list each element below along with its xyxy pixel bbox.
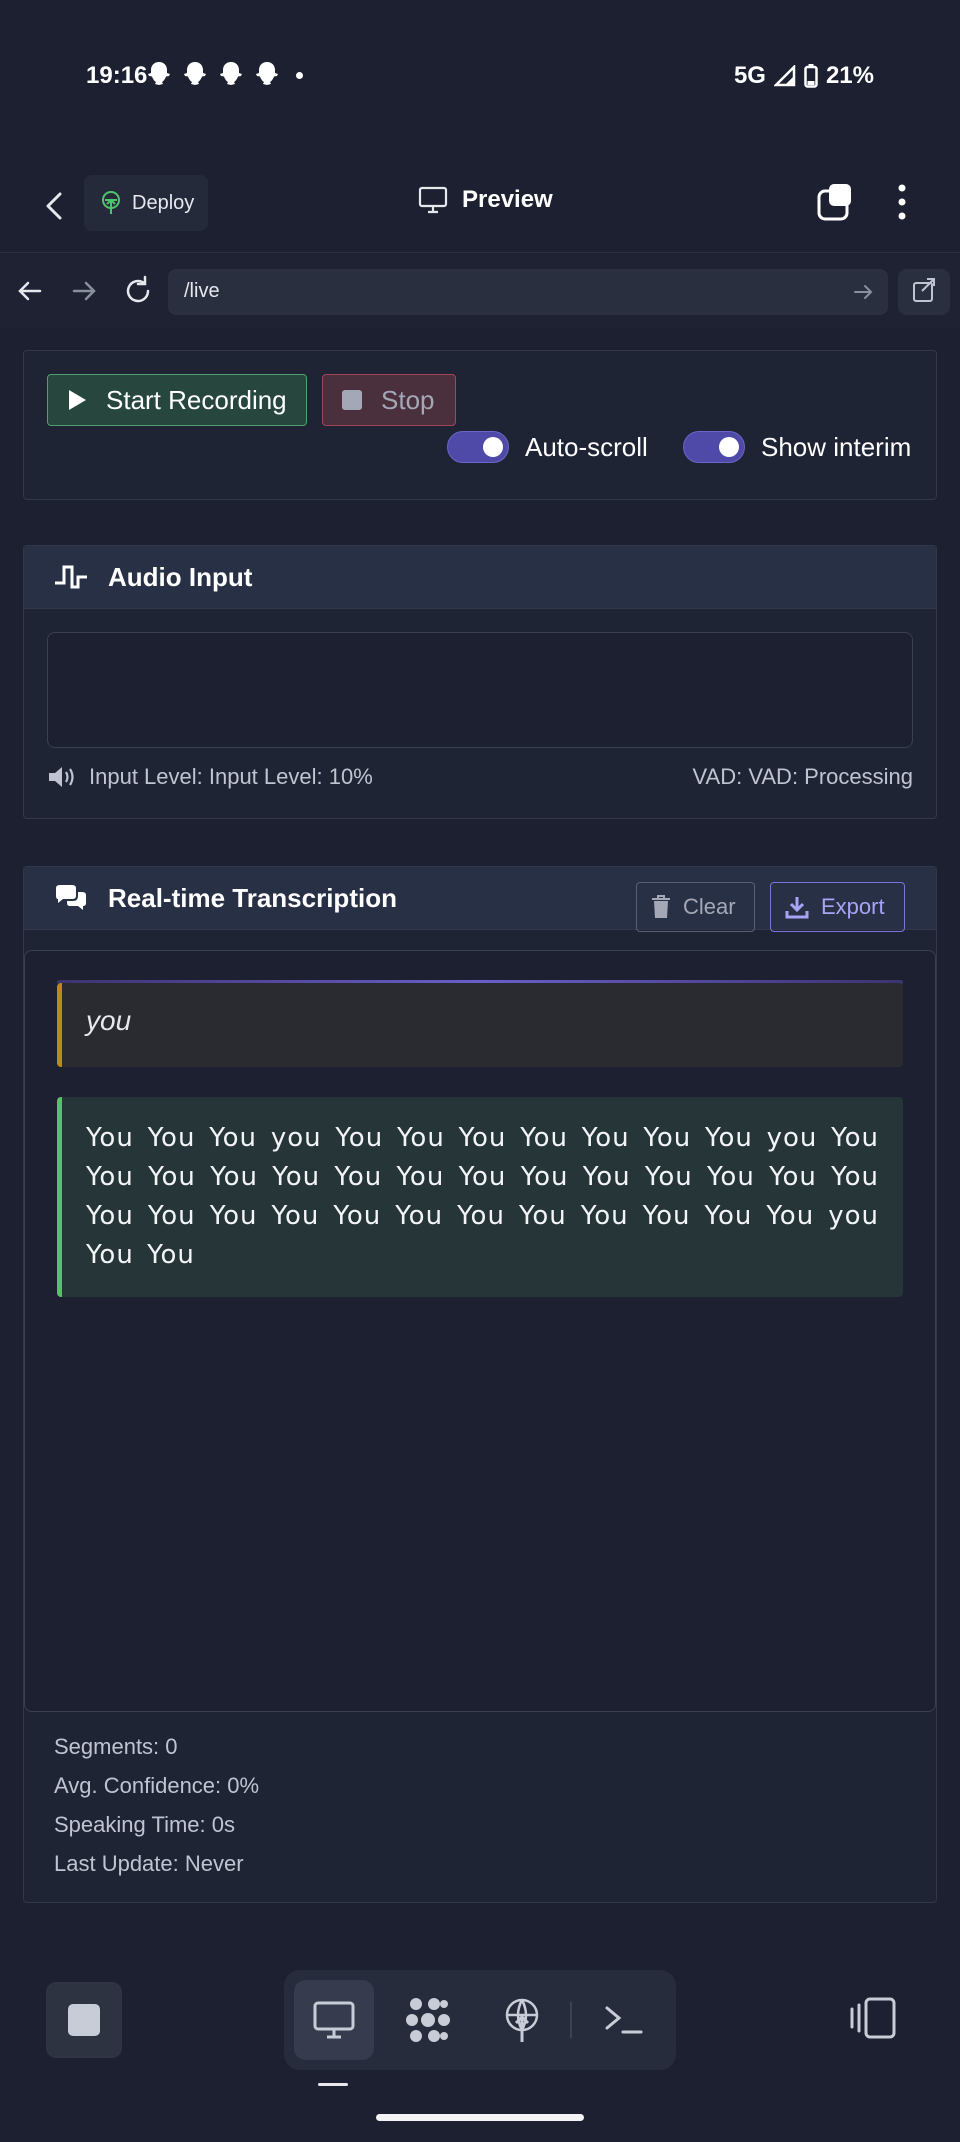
signal-icon [773,65,796,87]
transcription-panel: Real-time Transcription Clear Export you… [23,866,937,1903]
tabs-icon[interactable] [816,182,856,222]
stat-speaking-time: Speaking Time: 0s [54,1812,235,1837]
autoscroll-toggle-row: Auto-scroll [447,431,648,463]
start-recording-label: Start Recording [106,384,287,415]
status-right: 5G 21% [734,62,874,90]
transcript-area[interactable]: you You You You you You You You You You … [24,950,936,1712]
notification-icons [146,60,280,88]
show-interim-label: Show interim [761,431,912,462]
monitor-icon [313,2001,355,2039]
back-icon[interactable] [40,186,70,226]
stop-icon [342,390,362,410]
app-header: Deploy Preview [0,160,960,252]
play-icon [69,390,86,410]
go-arrow-icon[interactable] [852,281,874,303]
workflows-tool-button[interactable] [388,1980,468,2060]
browser-bar: /live [0,252,960,328]
battery-label: 21% [825,62,874,89]
external-link-icon [913,278,935,302]
page-title-label: Preview [462,186,553,213]
globe-upload-icon [505,1998,539,2042]
stat-segments: Segments: 0 [54,1734,178,1759]
page-title: Preview [418,186,553,214]
chat-bubbles-icon [56,885,86,910]
autoscroll-label: Auto-scroll [525,431,648,462]
molecule-icon [406,1998,450,2042]
tool-divider [570,2002,572,2038]
open-external-button[interactable] [898,269,950,315]
show-interim-toggle[interactable] [683,431,745,463]
browser-back-icon[interactable] [10,271,50,311]
input-level: Input Level: Input Level: 10% [47,764,373,790]
transcription-title: Real-time Transcription [108,882,397,913]
vad-status: VAD: VAD: Processing [692,764,913,789]
export-label: Export [821,894,885,919]
download-icon [785,897,809,919]
preview-tool-button[interactable] [294,1980,374,2060]
deploy-label: Deploy [132,191,195,214]
recording-controls: Start Recording Stop Auto-scroll Show in… [23,350,937,500]
interim-segment: you [57,983,903,1067]
status-time: 19:16 [86,62,148,89]
network-label: 5G [733,62,766,89]
snapchat-icon [256,62,278,85]
page-content: Start Recording Stop Auto-scroll Show in… [0,328,960,1942]
reload-icon[interactable] [118,271,158,311]
notification-dot [296,72,303,79]
audio-input-header: Audio Input [24,546,936,609]
clear-button[interactable]: Clear [636,882,755,932]
stat-avg-confidence: Avg. Confidence: 0% [54,1773,260,1798]
shell-tool-button[interactable] [584,1980,664,2060]
bottom-toolbar [0,1942,960,2142]
status-bar: 19:16 5G 21% [0,0,960,150]
snapchat-icon [184,62,206,85]
snapchat-icon [220,62,242,85]
audio-input-title: Audio Input [108,561,253,592]
deploy-button[interactable]: Deploy [84,175,208,231]
tool-group [284,1970,676,2070]
show-interim-toggle-row: Show interim [683,431,911,463]
home-indicator[interactable] [376,2114,584,2121]
more-options-icon[interactable] [890,182,914,222]
active-tab-indicator [318,2083,348,2086]
stop-app-button[interactable] [46,1982,122,2058]
monitor-icon [418,186,448,214]
stop-label: Stop [381,384,435,415]
deploy-icon [102,191,120,214]
sidebar-toggle-icon[interactable] [850,1997,898,2039]
url-input[interactable]: /live [168,269,888,315]
snapchat-icon [148,62,170,85]
export-button[interactable]: Export [770,882,905,932]
url-text: /live [184,280,220,302]
start-recording-button[interactable]: Start Recording [47,374,307,426]
clear-label: Clear [683,894,736,919]
waveform-icon [55,565,87,589]
browser-forward-icon[interactable] [64,271,104,311]
final-segment: You You You you You You You You You You … [57,1097,903,1297]
deploy-tool-button[interactable] [482,1980,562,2060]
autoscroll-toggle[interactable] [447,431,509,463]
stat-last-update: Last Update: Never [54,1851,244,1876]
trash-icon [652,895,670,918]
input-level-text: Input Level: Input Level: 10% [89,764,373,789]
volume-icon [49,767,74,787]
terminal-icon [605,2006,643,2034]
audio-input-panel: Audio Input Input Level: Input Level: 10… [23,545,937,819]
stop-button[interactable]: Stop [322,374,456,426]
audio-visualizer [47,632,913,748]
battery-icon [804,64,818,88]
transcription-stats: Segments: 0 Avg. Confidence: 0% Speaking… [54,1727,259,1883]
